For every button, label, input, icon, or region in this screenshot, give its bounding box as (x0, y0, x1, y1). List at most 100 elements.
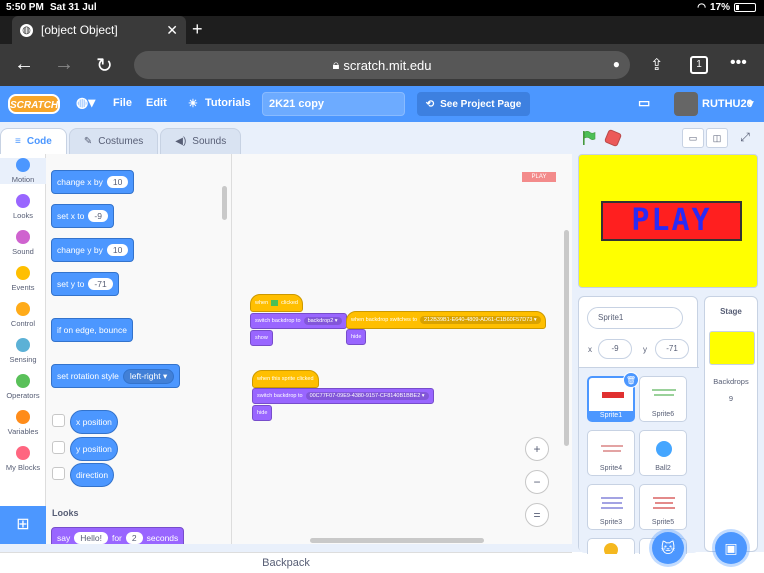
category-sound[interactable]: Sound (0, 230, 46, 256)
large-stage-button[interactable]: ◫ (706, 128, 728, 148)
block-change-x[interactable]: change x by 10 (51, 170, 135, 194)
block-bounce[interactable]: if on edge, bounce (51, 318, 133, 342)
zoom-in-button[interactable]: + (525, 437, 549, 461)
avatar[interactable] (674, 92, 698, 116)
block-x-position[interactable]: x position (70, 410, 118, 434)
tab-sounds[interactable]: ◀) Sounds (160, 128, 242, 154)
tutorials-menu[interactable]: Tutorials (205, 97, 251, 109)
block-label: when backdrop switches to (351, 317, 418, 323)
block-say-for[interactable]: say Hello! for 2 seconds (51, 527, 185, 544)
block-direction[interactable]: direction (70, 463, 115, 487)
scratch-logo[interactable]: SCRATCH (8, 94, 60, 114)
file-menu[interactable]: File (113, 97, 132, 109)
sprite-thumb-sprite1[interactable]: Sprite1 🗑︎ (587, 372, 639, 422)
language-globe-icon[interactable]: ◍▾ (76, 94, 95, 111)
share-icon[interactable]: ⇪ (650, 55, 663, 75)
hide-block[interactable]: hide (346, 329, 367, 345)
category-operators[interactable]: Operators (0, 374, 46, 400)
tab-code[interactable]: ≡ Code (0, 128, 67, 154)
sprite-name-field[interactable]: Sprite1 (587, 307, 683, 329)
mic-icon[interactable]: ● (613, 57, 620, 71)
add-extension-button[interactable]: ⊞ (0, 506, 46, 544)
when-backdrop-switches-block[interactable]: when backdrop switches to 212B39B1-E640-… (346, 311, 546, 329)
workspace-horizontal-scrollbar[interactable] (310, 538, 484, 543)
tab-costumes[interactable]: ✎ Costumes (68, 128, 159, 154)
reload-icon[interactable]: ↻ (96, 53, 113, 78)
category-my-blocks[interactable]: My Blocks (0, 446, 46, 472)
stage-target-pane[interactable]: Stage Backdrops 9 (704, 296, 758, 552)
category-variables[interactable]: Variables (0, 410, 46, 436)
block-input[interactable]: 2 (125, 532, 143, 544)
new-tab-icon[interactable]: + (192, 19, 203, 40)
sprite-thumb-sprite4[interactable]: Sprite4 (587, 430, 635, 476)
browser-tab[interactable]: ◍ [object Object] ✕ (12, 16, 186, 44)
trash-icon[interactable]: 🗑︎ (623, 372, 639, 388)
when-flag-clicked-block[interactable]: when clicked (250, 294, 303, 312)
close-tab-icon[interactable]: ✕ (166, 22, 178, 39)
rotation-dropdown[interactable]: left-right ▾ (122, 368, 175, 384)
sprite-thumb-sprite3[interactable]: Sprite3 (587, 484, 635, 530)
direction-checkbox[interactable] (52, 467, 65, 480)
block-rotation-style[interactable]: set rotation style left-right ▾ (51, 364, 181, 388)
block-input[interactable]: 10 (106, 176, 129, 188)
category-control[interactable]: Control (0, 302, 46, 328)
block-input[interactable]: 10 (106, 244, 129, 256)
sprite-thumb-ball2[interactable]: Ball2 (639, 430, 687, 476)
backdrop-dropdown[interactable]: 212B39B1-E640-4809-AD61-C1B60F57D73 ▾ (420, 316, 541, 324)
script-workspace[interactable]: PLAY when clicked switch backdrop to bac… (232, 154, 572, 544)
stage-thumbnail[interactable] (709, 331, 755, 365)
category-motion[interactable]: Motion (0, 158, 46, 184)
backdrop-dropdown[interactable]: backdrop2 ▾ (303, 317, 342, 325)
stage-play-sprite[interactable]: PLAY (601, 201, 742, 241)
block-change-y[interactable]: change y by 10 (51, 238, 135, 262)
sprite-thumb-sprite5[interactable]: Sprite5 (639, 484, 687, 530)
category-events[interactable]: Events (0, 266, 46, 292)
zoom-reset-button[interactable]: = (525, 503, 549, 527)
chevron-down-icon[interactable]: ▾ (748, 97, 754, 110)
username[interactable]: RUTHU20 (702, 98, 753, 110)
workspace-vertical-scrollbar[interactable] (564, 230, 569, 446)
workspace-comment[interactable]: PLAY (522, 172, 556, 182)
block-input[interactable]: Hello! (74, 532, 108, 544)
x-field[interactable]: -9 (598, 339, 632, 359)
switch-backdrop-block[interactable]: switch backdrop to backdrop2 ▾ (250, 313, 347, 329)
edit-menu[interactable]: Edit (146, 97, 167, 109)
category-sensing[interactable]: Sensing (0, 338, 46, 364)
y-field[interactable]: -71 (655, 339, 689, 359)
sprite-thumb-sprite6[interactable]: Sprite6 (639, 376, 687, 422)
folder-icon[interactable]: ▭ (638, 95, 650, 111)
dropdown-value: left-right (129, 370, 161, 381)
green-flag-icon[interactable] (582, 131, 596, 145)
block-y-position[interactable]: y position (70, 437, 118, 461)
x-position-checkbox[interactable] (52, 414, 65, 427)
palette-scrollbar[interactable] (222, 186, 227, 220)
switch-backdrop-block[interactable]: switch backdrop to 00C77F07-09E9-4380-91… (252, 388, 434, 404)
choose-sprite-button[interactable]: 🐱︎ (652, 532, 684, 564)
choose-backdrop-button[interactable]: ▣ (715, 532, 747, 564)
more-icon[interactable]: ••• (730, 54, 747, 72)
back-icon[interactable]: ← (14, 53, 34, 76)
forward-icon[interactable]: → (54, 53, 74, 76)
see-project-button[interactable]: ⟲ See Project Page (417, 92, 530, 116)
tab-count-button[interactable]: 1 (690, 56, 708, 74)
address-bar[interactable]: 🔒︎ scratch.mit.edu ● (134, 51, 630, 79)
zoom-out-button[interactable]: − (525, 470, 549, 494)
project-title-input[interactable]: 2K21 copy (262, 92, 405, 116)
block-input[interactable]: -9 (88, 210, 108, 222)
category-label: Operators (6, 391, 40, 400)
when-sprite-clicked-block[interactable]: when this sprite clicked (252, 370, 319, 388)
small-stage-button[interactable]: ▭ (682, 128, 704, 148)
category-looks[interactable]: Looks (0, 194, 46, 220)
block-label: direction (76, 470, 109, 480)
backdrop-dropdown[interactable]: 00C77F07-09E9-4380-9157-CF8140B1BBE2 ▾ (305, 392, 429, 400)
stage-canvas[interactable]: PLAY (578, 154, 758, 288)
hide-block[interactable]: hide (252, 405, 273, 421)
sprite-thumb-partial[interactable] (587, 538, 635, 554)
fullscreen-icon[interactable]: ⤢ (734, 128, 756, 148)
y-position-checkbox[interactable] (52, 441, 65, 454)
block-input[interactable]: -71 (88, 278, 113, 290)
block-set-y[interactable]: set y to -71 (51, 272, 119, 296)
backpack[interactable]: Backpack (0, 552, 572, 573)
block-set-x[interactable]: set x to -9 (51, 204, 114, 228)
show-block[interactable]: show (250, 330, 273, 346)
